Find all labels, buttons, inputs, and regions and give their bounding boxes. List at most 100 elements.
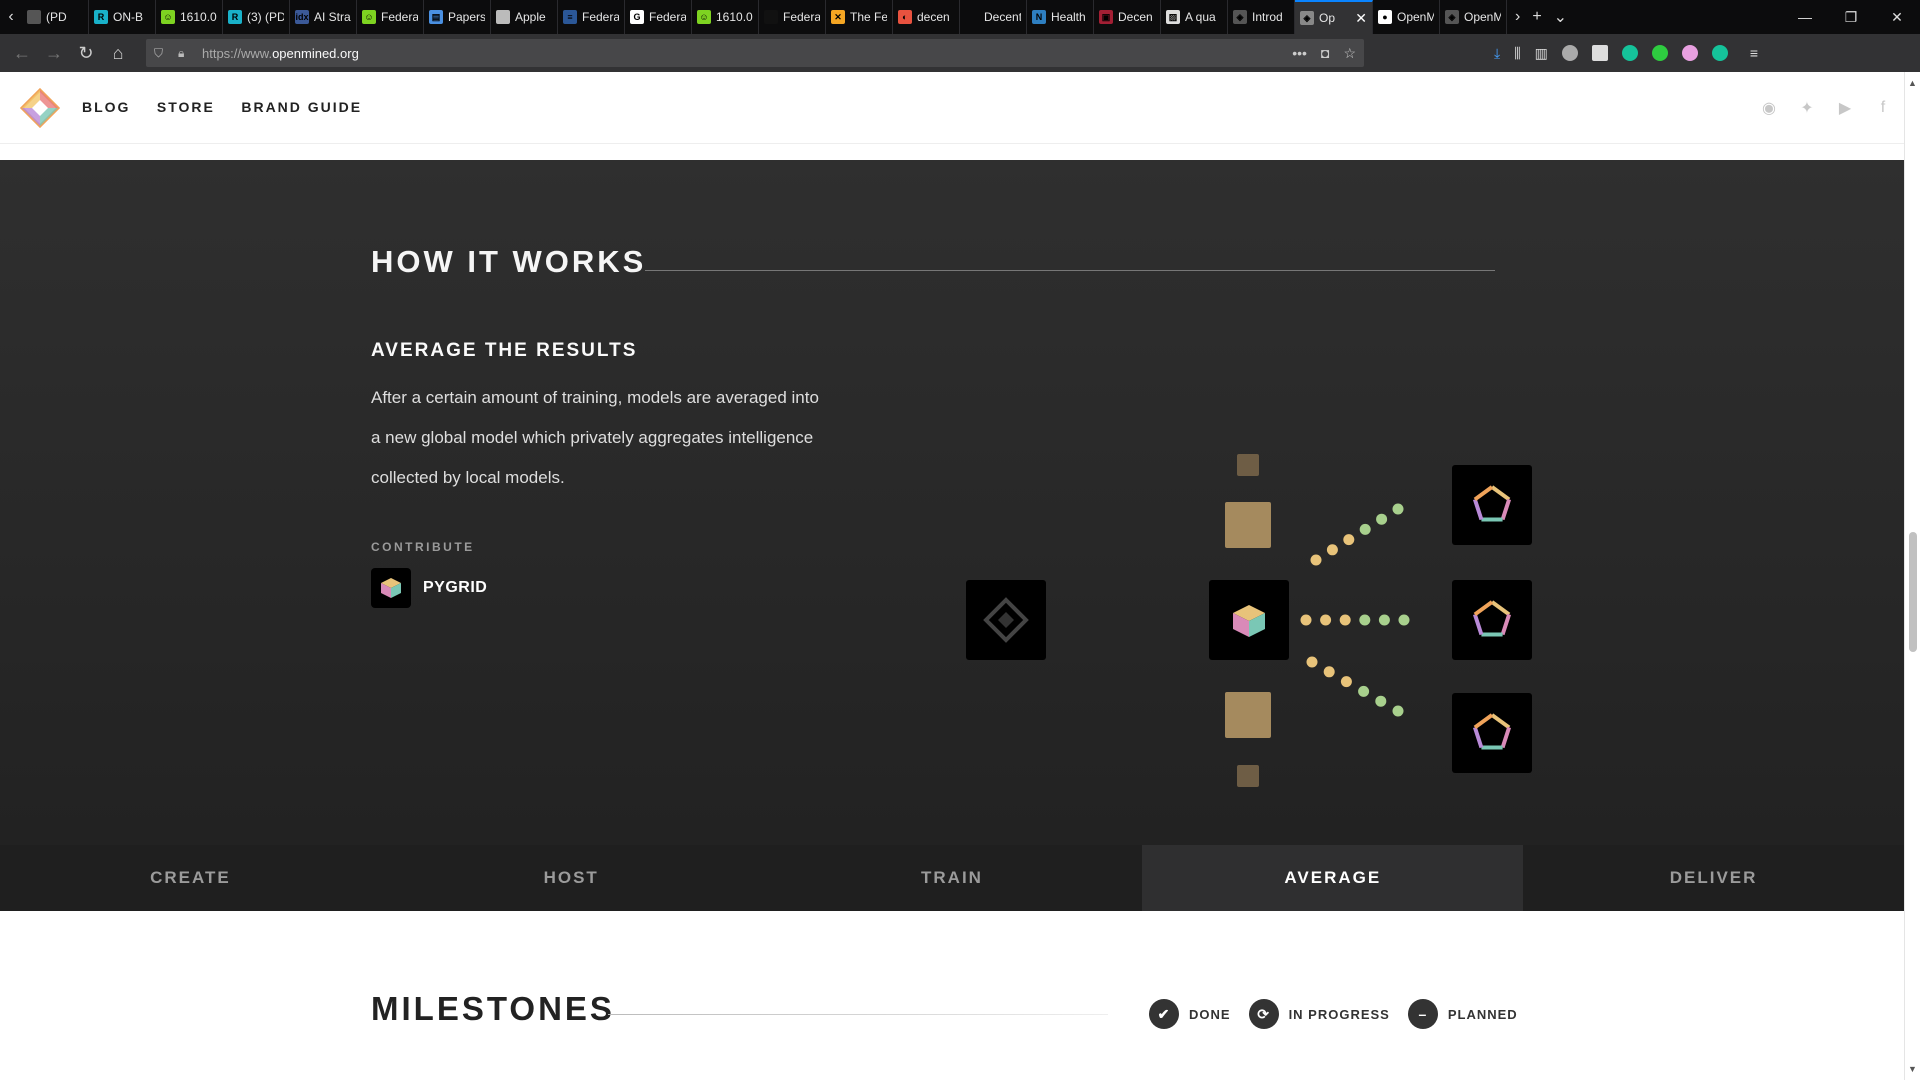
browser-tab[interactable]: G Federa	[625, 0, 692, 34]
tab-favicon-icon: ▨	[1166, 10, 1180, 24]
scroll-tabs-left-icon[interactable]: ‹	[0, 0, 22, 34]
back-icon[interactable]: ←	[6, 37, 38, 69]
browser-tab[interactable]: ☺ 1610.0	[156, 0, 223, 34]
section-title: HOW IT WORKS	[371, 244, 647, 279]
restore-icon[interactable]: ❐	[1828, 0, 1874, 34]
github-icon[interactable]: ◉	[1760, 98, 1778, 118]
model-block	[1225, 502, 1271, 548]
browser-tab[interactable]: ◈ Op ✕	[1295, 0, 1373, 34]
tab-favicon-icon	[965, 10, 979, 24]
pocket-icon[interactable]: ◘	[1321, 45, 1329, 62]
tab-favicon-icon	[496, 10, 510, 24]
check-icon: ✔	[1149, 999, 1179, 1029]
browser-tab[interactable]: ◈ Introd	[1228, 0, 1295, 34]
scroll-up-icon[interactable]: ▲	[1908, 78, 1917, 88]
flow-dot	[1300, 614, 1312, 626]
pygrid-label: PYGRID	[423, 579, 488, 596]
browser-tab[interactable]: Decentraliz	[960, 0, 1027, 34]
openmined-logo-icon[interactable]	[20, 87, 60, 128]
browser-tab[interactable]: ▣ Decen	[1094, 0, 1161, 34]
pygrid-link[interactable]: PYGRID	[371, 568, 487, 608]
browser-tab[interactable]: R (3) (PD	[223, 0, 290, 34]
step-description: After a certain amount of training, mode…	[371, 388, 819, 487]
local-model-node	[1452, 580, 1532, 660]
flow-dot	[1339, 614, 1351, 626]
youtube-icon[interactable]: ▶	[1836, 98, 1854, 118]
extension-icon[interactable]	[1651, 45, 1668, 61]
tab-create[interactable]: CREATE	[0, 845, 381, 911]
grammarly-icon[interactable]	[1711, 45, 1728, 61]
tab-host[interactable]: HOST	[381, 845, 762, 911]
tab-label: Decen	[1118, 10, 1153, 24]
nav-blog[interactable]: BLOG	[82, 99, 130, 115]
close-window-icon[interactable]: ✕	[1874, 0, 1920, 34]
browser-tab[interactable]: ☺ 1610.0	[692, 0, 759, 34]
tab-label: Apple	[515, 10, 546, 24]
tab-favicon-icon: ◈	[1300, 11, 1314, 25]
grammarly-icon[interactable]	[1621, 45, 1638, 61]
step-tabs: CREATE HOST TRAIN AVERAGE DELIVER	[0, 845, 1904, 911]
legend-label: IN PROGRESS	[1288, 1006, 1390, 1022]
flow-dot	[1310, 554, 1322, 566]
extension-icon[interactable]	[1681, 45, 1698, 61]
scroll-down-icon[interactable]: ▼	[1908, 1064, 1917, 1074]
tab-deliver[interactable]: DELIVER	[1523, 845, 1904, 911]
sidebar-icon[interactable]: ▥	[1535, 45, 1548, 62]
tab-train[interactable]: TRAIN	[762, 845, 1143, 911]
browser-tab[interactable]: R ON-B	[89, 0, 156, 34]
flow-dot	[1323, 666, 1335, 678]
nav-brand-guide[interactable]: BRAND GUIDE	[241, 99, 362, 115]
browser-tab[interactable]: ● OpenM	[1373, 0, 1440, 34]
lock-icon[interactable]: 🔒︎	[178, 46, 196, 61]
tab-favicon-icon: G	[630, 10, 644, 24]
facebook-icon[interactable]: f	[1874, 99, 1892, 117]
reload-icon[interactable]: ↻	[70, 37, 102, 69]
page-actions-icon[interactable]: •••	[1292, 45, 1307, 62]
browser-tab[interactable]: ◐ decen	[893, 0, 960, 34]
browser-tab[interactable]: (PD	[22, 0, 89, 34]
library-icon[interactable]: ⫼	[1514, 45, 1520, 62]
browser-tab[interactable]: ≡ Federa	[558, 0, 625, 34]
tab-favicon-icon	[764, 10, 778, 24]
browser-tab[interactable]: N Health	[1027, 0, 1094, 34]
local-model-node	[1452, 693, 1532, 773]
forward-icon[interactable]: →	[38, 37, 70, 69]
legend-item: ⟳ IN PROGRESS	[1248, 999, 1390, 1029]
browser-tab[interactable]: ☺ Federa	[357, 0, 424, 34]
new-tab-icon[interactable]: +	[1532, 8, 1541, 26]
flow-dot	[1376, 513, 1388, 525]
tab-label: 1610.0	[716, 10, 753, 24]
tracking-shield-icon[interactable]: ⛉	[154, 46, 172, 61]
minus-icon: –	[1407, 999, 1438, 1029]
nav-store[interactable]: STORE	[157, 99, 215, 115]
close-tab-icon[interactable]: ✕	[1355, 10, 1367, 27]
minimize-icon[interactable]: —	[1782, 0, 1828, 34]
browser-tab[interactable]: ✕ The Fe	[826, 0, 893, 34]
downloads-icon[interactable]: ⤓	[1494, 45, 1500, 62]
twitter-icon[interactable]: ✦	[1798, 98, 1816, 118]
extension-icon[interactable]	[1591, 45, 1608, 61]
page-scrollbar[interactable]: ▲ ▼	[1904, 72, 1920, 1080]
tab-label: Federa	[381, 10, 418, 24]
browser-tab[interactable]: idx AI Stra	[290, 0, 357, 34]
scroll-tabs-right-icon[interactable]: ›	[1515, 8, 1520, 26]
tab-average[interactable]: AVERAGE	[1142, 845, 1524, 911]
browser-tab[interactable]: ▤ Papers	[424, 0, 491, 34]
home-icon[interactable]: ⌂	[102, 37, 134, 69]
menu-icon[interactable]: ≡	[1750, 45, 1758, 61]
tab-favicon-icon: ≡	[563, 10, 577, 24]
url-text[interactable]: https://www.openmined.org	[202, 46, 1292, 61]
tab-label: ON-B	[113, 10, 143, 24]
extension-icon[interactable]	[1561, 45, 1578, 61]
tab-label: OpenM	[1464, 10, 1501, 24]
list-all-tabs-icon[interactable]: ⌄	[1554, 7, 1567, 27]
browser-tab[interactable]: Apple	[491, 0, 558, 34]
browser-tab[interactable]: Federa	[759, 0, 826, 34]
bookmark-star-icon[interactable]: ☆	[1343, 45, 1356, 62]
flow-dot	[1359, 523, 1371, 535]
model-block	[1225, 692, 1271, 738]
scrollbar-thumb[interactable]	[1909, 532, 1917, 652]
browser-tab[interactable]: ◈ OpenM	[1440, 0, 1507, 34]
url-bar[interactable]: ⛉ 🔒︎ https://www.openmined.org ••• ◘ ☆	[146, 39, 1364, 67]
browser-tab[interactable]: ▨ A qua	[1161, 0, 1228, 34]
